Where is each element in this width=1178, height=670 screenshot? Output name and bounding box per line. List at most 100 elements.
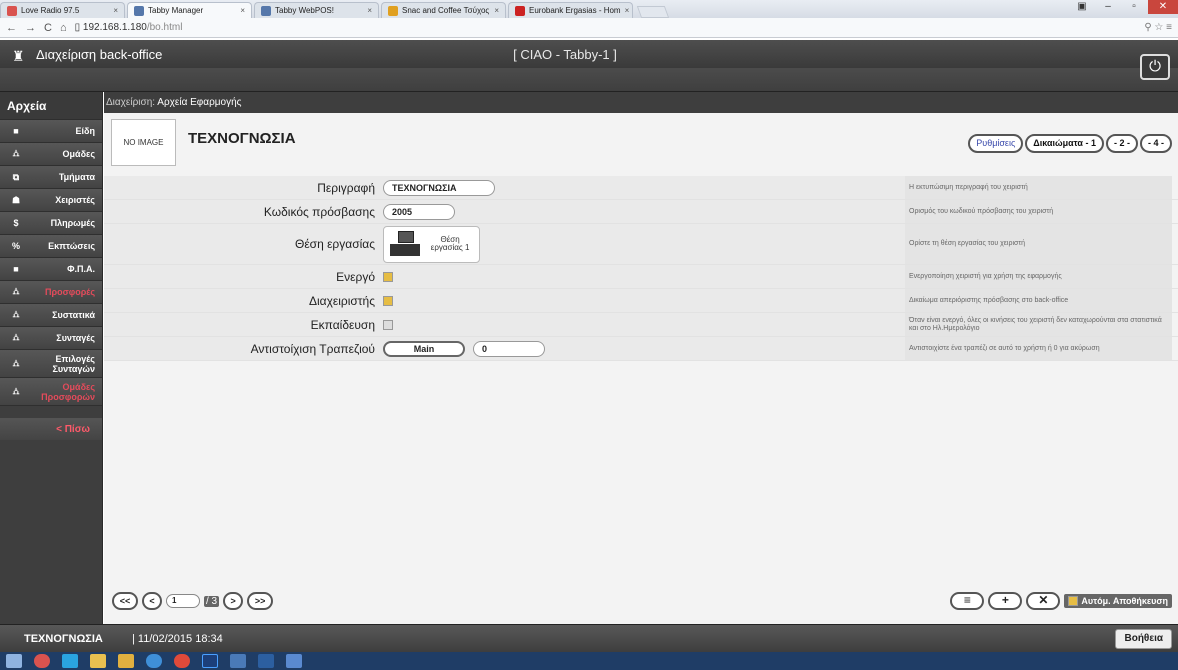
minimize-icon[interactable]: – [1096, 0, 1120, 14]
close-icon[interactable]: × [367, 6, 372, 15]
sidebar-item-recipe-options[interactable]: ⛼ Επιλογές Συνταγών [0, 350, 102, 378]
sidebar-item-label: Φ.Π.Α. [67, 264, 95, 274]
browser-tab[interactable]: Tabby Manager × [127, 2, 252, 18]
maximize-icon[interactable]: ▫ [1122, 0, 1146, 14]
form-row-admin: Διαχειριστής Δικαίωμα απεριόριστης πρόσβ… [104, 289, 1178, 313]
tab-2[interactable]: - 2 - [1105, 134, 1138, 153]
close-icon[interactable]: × [494, 6, 499, 15]
browser-tab[interactable]: Love Radio 97.5 × [0, 2, 125, 18]
sidebar-item-label: Χειριστές [55, 195, 95, 205]
zoom-star-menu-icons[interactable]: ⚲ ☆ ≡ [1144, 22, 1172, 33]
admin-checkbox[interactable] [383, 295, 393, 306]
store-title: [ CIAO - Tabby-1 ] [513, 47, 617, 62]
hierarchy-icon: ⛼ [12, 332, 20, 342]
app-icon[interactable] [286, 654, 302, 668]
power-icon: ⏻ [1149, 58, 1161, 75]
new-tab-button[interactable] [636, 6, 670, 18]
active-checkbox[interactable] [383, 271, 393, 282]
reload-icon[interactable]: C [44, 22, 52, 34]
hierarchy-icon: ⛼ [12, 385, 20, 396]
form-row-password: Κωδικός πρόσβασης 2005 Ορισμός του κωδικ… [104, 200, 1178, 224]
table-number-input[interactable]: 0 [473, 340, 545, 357]
favicon-icon [134, 5, 144, 16]
sidebar: Αρχεία ■ Είδη ⛼ Ομάδες ⧉ Τμήματα ☗ Χειριστές… [0, 92, 103, 624]
url-path: /bo.html [146, 22, 183, 33]
description-input[interactable]: ΤΕΧΝΟΓΝΩΣΙΑ [383, 179, 495, 196]
browser-tab[interactable]: Snac and Coffee Τσύχος × [381, 2, 506, 18]
delete-button[interactable]: ✕ [1026, 592, 1061, 610]
password-input[interactable]: 2005 [383, 203, 455, 220]
operator-form: Περιγραφή ΤΕΧΝΟΓΝΩΣΙΑ Η εκτυπώσιμη περιγ… [104, 176, 1178, 361]
browser-tab[interactable]: Tabby WebPOS! × [254, 2, 379, 18]
sidebar-item-ingredients[interactable]: ⛼ Συστατικά [0, 304, 102, 327]
media-player-icon[interactable] [34, 654, 50, 668]
record-image[interactable]: NO IMAGE [111, 119, 176, 166]
forward-arrow-icon[interactable]: → [25, 22, 36, 34]
window-controls: ▣ – ▫ ✕ [1070, 0, 1178, 14]
table-select-button[interactable]: Main [383, 340, 465, 357]
chrome-icon[interactable] [174, 654, 190, 668]
last-page-button[interactable]: >> [247, 592, 274, 610]
skype-icon[interactable] [62, 654, 78, 668]
close-icon[interactable]: × [625, 6, 630, 15]
help-button[interactable]: Βοήθεια [1115, 629, 1172, 649]
windows-start-icon[interactable] [6, 654, 22, 668]
browser-tab[interactable]: Eurobank Ergasias - Hom × [508, 2, 633, 18]
current-user: ΤΕΧΝΟΓΝΩΣΙΑ [24, 633, 103, 645]
percent-icon: % [11, 241, 20, 251]
url-field[interactable]: ▯ 192.168.1.180/bo.html [75, 22, 183, 33]
internet-explorer-icon[interactable] [146, 654, 162, 668]
current-datetime: | 11/02/2015 18:34 [132, 633, 223, 645]
power-button[interactable]: ⏻ [1140, 54, 1170, 80]
sidebar-heading: Αρχεία [0, 92, 102, 120]
field-value-cell: Main 0 [381, 337, 905, 360]
sidebar-item-departments[interactable]: ⧉ Τμήματα [0, 166, 102, 189]
prev-page-button[interactable]: < [142, 592, 162, 610]
back-button[interactable]: < Πίσω [0, 418, 102, 440]
tab-4[interactable]: - 4 - [1139, 134, 1172, 153]
tab-settings[interactable]: Ρυθμίσεις [968, 134, 1024, 153]
autosave-toggle[interactable]: Αυτόμ. Αποθήκευση [1064, 594, 1172, 608]
page-total: / 3 [204, 595, 220, 607]
breadcrumb-prefix: Διαχείριση [106, 97, 153, 108]
terminal-icon[interactable] [258, 654, 274, 668]
sidebar-item-offer-groups[interactable]: ⛼ Ομάδες Προσφορών [0, 378, 102, 406]
add-button[interactable]: + [988, 592, 1023, 610]
first-page-button[interactable]: << [112, 592, 138, 610]
tab-label: Tabby WebPOS! [275, 6, 334, 15]
browser-tab-strip: Love Radio 97.5 × Tabby Manager × Tabby We… [0, 0, 1178, 18]
sidebar-item-groups[interactable]: ⛼ Ομάδες [0, 143, 102, 166]
sidebar-item-payments[interactable]: $ Πληρωμές [0, 212, 102, 235]
sidebar-item-operators[interactable]: ☗ Χειριστές [0, 189, 102, 212]
next-page-button[interactable]: > [223, 592, 244, 610]
favicon-icon [7, 5, 17, 16]
home-icon[interactable]: ⌂ [60, 22, 67, 34]
autosave-checkbox[interactable] [1068, 596, 1079, 606]
field-value-cell: ΤΕΧΝΟΓΝΩΣΙΑ [381, 176, 905, 199]
sidebar-item-vat[interactable]: ■ Φ.Π.Α. [0, 258, 102, 281]
back-arrow-icon[interactable]: ← [6, 22, 17, 34]
user-icon[interactable]: ▣ [1070, 0, 1094, 14]
sidebar-item-label: Επιλογές Συνταγών [52, 353, 95, 374]
sidebar-item-recipes[interactable]: ⛼ Συνταγές [0, 327, 102, 350]
workstation-card[interactable]: Θέση εργασίας 1 [383, 225, 480, 263]
field-label: Ενεργό [104, 265, 381, 288]
page-number-input[interactable]: 1 [166, 594, 200, 608]
training-checkbox[interactable] [383, 319, 393, 330]
close-icon[interactable]: × [240, 6, 245, 15]
sidebar-item-label: Εκπτώσεις [48, 241, 95, 251]
folder-icon[interactable] [118, 654, 134, 668]
app-icon[interactable] [230, 654, 246, 668]
sidebar-item-discounts[interactable]: % Εκπτώσεις [0, 235, 102, 258]
list-button[interactable]: ≡ [950, 592, 985, 610]
window-close-icon[interactable]: ✕ [1148, 0, 1178, 14]
photoshop-icon[interactable] [202, 654, 218, 668]
sidebar-item-label: Ομάδες Προσφορών [41, 381, 95, 402]
tab-permissions-1[interactable]: Δικαιώματα - 1 [1025, 134, 1104, 153]
sidebar-item-items[interactable]: ■ Είδη [0, 120, 102, 143]
field-label: Θέση εργασίας [104, 224, 381, 264]
sidebar-item-offers[interactable]: ⛼ Προσφορές [0, 281, 102, 304]
folder-icon[interactable] [90, 654, 106, 668]
pos-terminal-icon [388, 231, 421, 257]
close-icon[interactable]: × [113, 6, 118, 15]
